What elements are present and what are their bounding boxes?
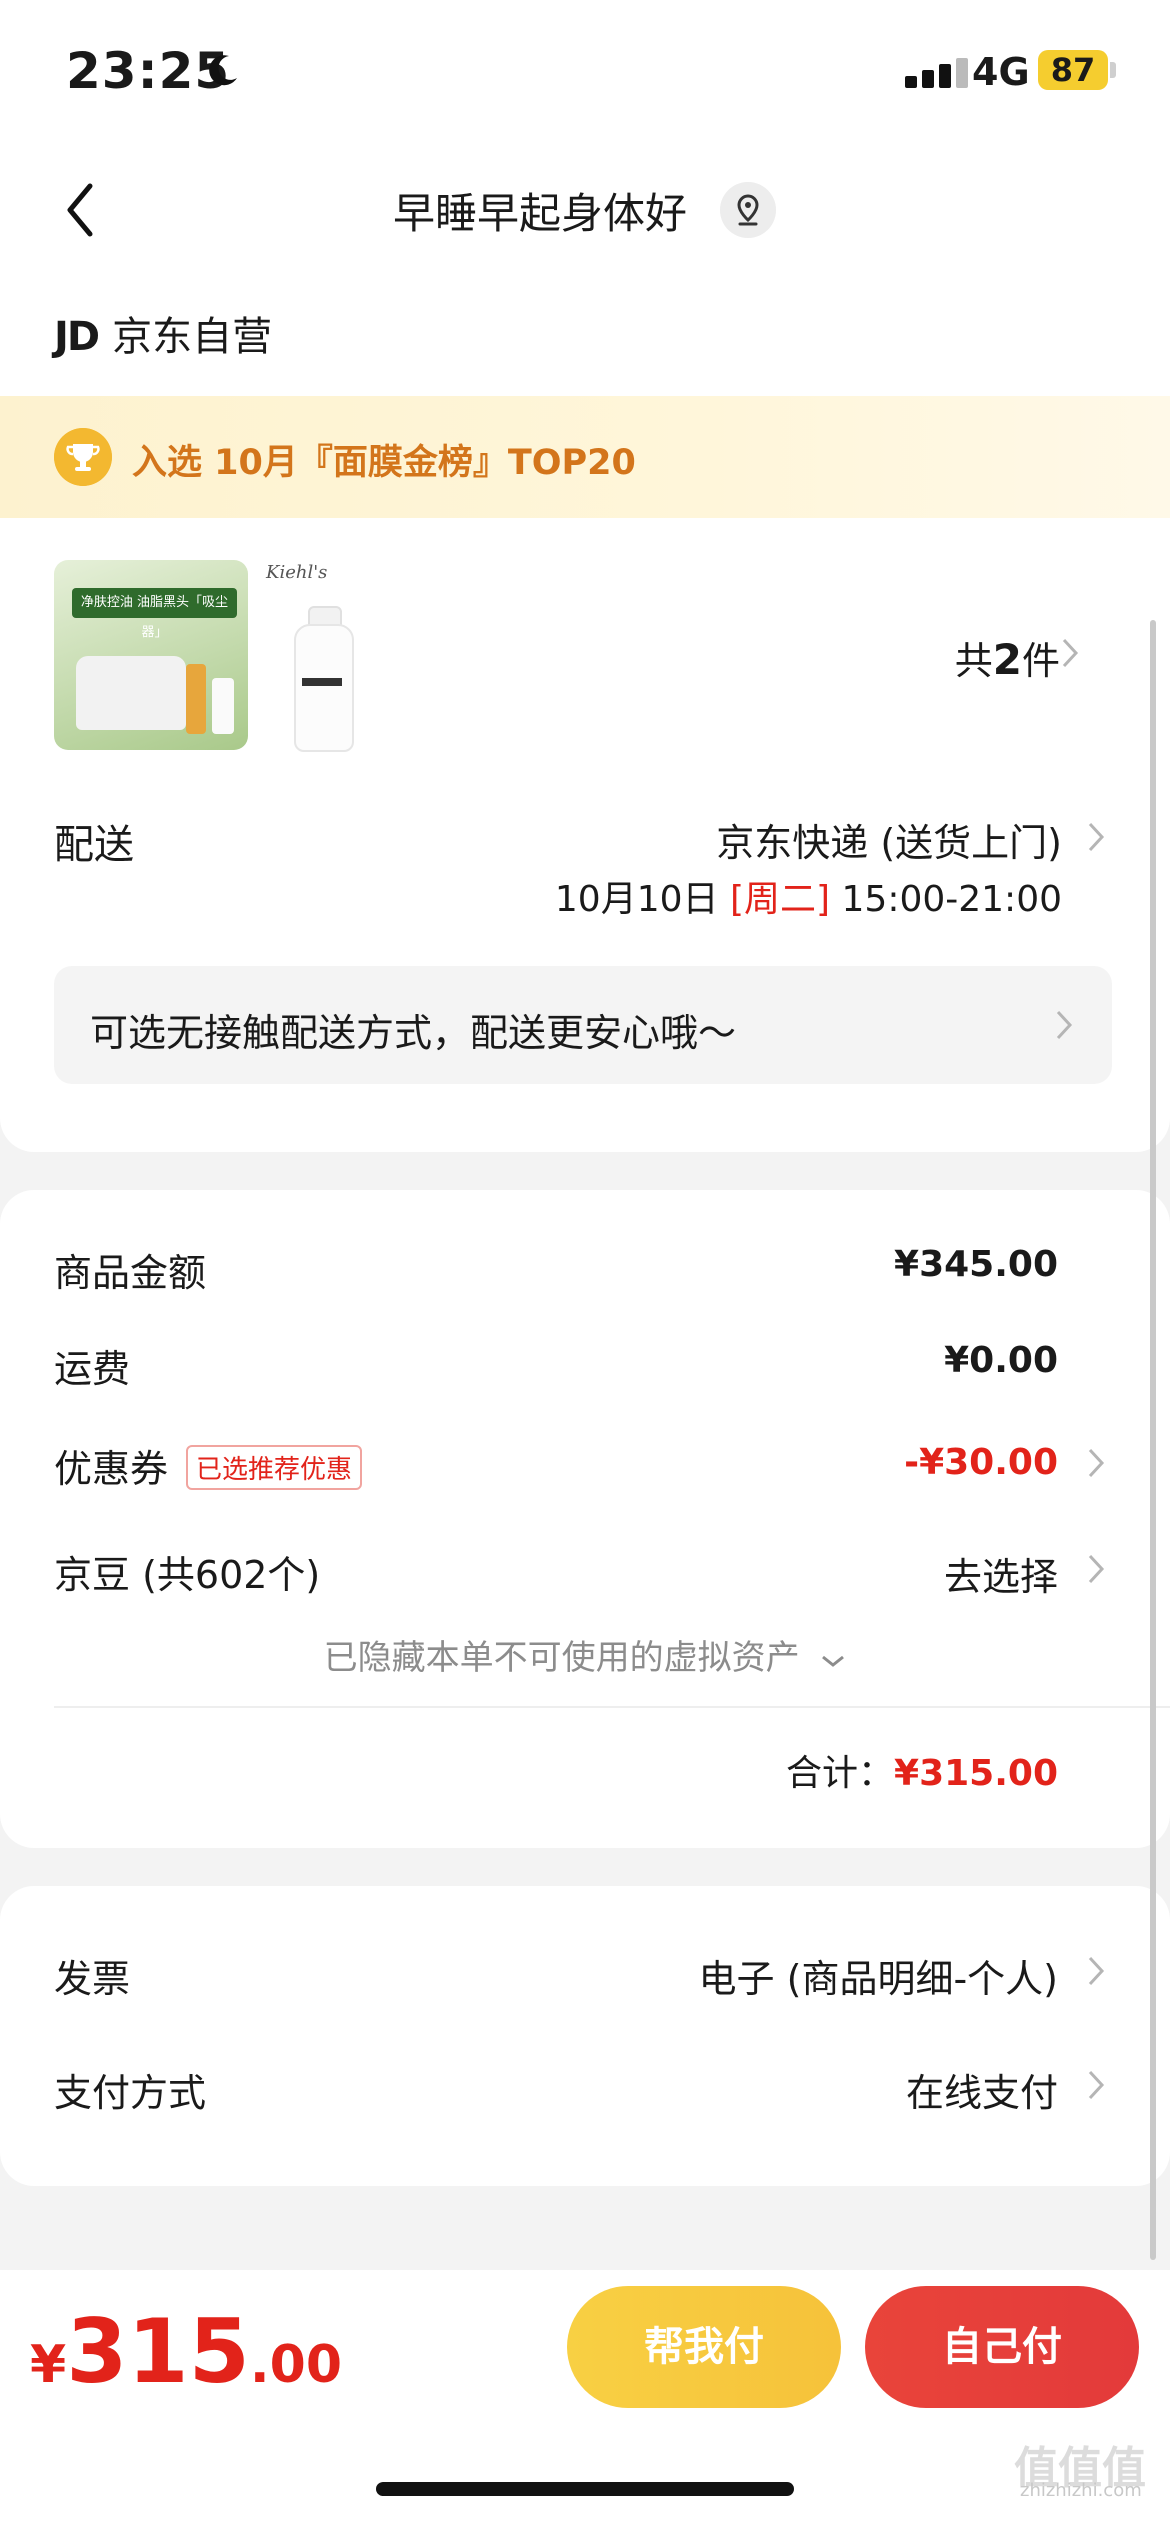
checkout-bar: ¥315.00 帮我付 自己付	[0, 2270, 1170, 2532]
price-integer: 315	[66, 2300, 250, 2403]
chevron-right-icon[interactable]	[1086, 1552, 1106, 1586]
product-bottle	[186, 664, 206, 734]
delivery-label: 配送	[54, 822, 134, 868]
product-thumbnail-1[interactable]: 净肤控油 油脂黑头「吸尘器」	[54, 560, 248, 750]
ranking-banner[interactable]: 入选 10月『面膜金榜』TOP20	[0, 396, 1170, 518]
contactless-delivery-option[interactable]: 可选无接触配送方式，配送更安心哦～	[54, 966, 1112, 1084]
watermark-domain: zhizhizhi.com	[1020, 2480, 1142, 2501]
payment-method-value[interactable]: 在线支付	[906, 2062, 1058, 2117]
battery-tip	[1110, 62, 1116, 78]
trophy-icon	[54, 428, 112, 486]
store-name: 京东自营	[112, 314, 273, 360]
coupon-badge: 已选推荐优惠	[186, 1445, 363, 1490]
chevron-right-icon	[1056, 1010, 1073, 1040]
page-title: 早睡早起身体好	[392, 189, 687, 238]
chevron-down-icon	[822, 1655, 845, 1667]
bottle-label	[302, 678, 342, 686]
checkout-price: ¥315.00	[30, 2300, 342, 2403]
product-jar	[76, 656, 186, 730]
product-thumbnail-2[interactable]: Kiehl's	[262, 560, 370, 752]
item-count[interactable]: 共2件	[955, 630, 1060, 685]
scrollbar[interactable]	[1150, 620, 1156, 2260]
product-bottle	[294, 624, 354, 752]
invoice-label: 发票	[54, 1957, 131, 2001]
chevron-right-icon[interactable]	[1086, 1954, 1106, 1988]
signal-icon	[905, 58, 973, 88]
nav-bar: 早睡早起身体好	[0, 140, 1170, 274]
banner-text: 入选 10月『面膜金榜』TOP20	[132, 443, 636, 483]
jd-logo: JD	[54, 314, 100, 360]
coupon-row[interactable]: 优惠券 已选推荐优惠	[54, 1438, 363, 1494]
help-pay-button[interactable]: 帮我付	[567, 2286, 841, 2408]
delivery-window: 15:00-21:00	[841, 879, 1062, 920]
invoice-payment-card: 发票 电子 (商品明细-个人) 支付方式 在线支付	[0, 1886, 1170, 2186]
network-type: 4G	[972, 50, 1030, 94]
chevron-right-icon[interactable]	[1086, 2068, 1106, 2102]
goods-amount-label: 商品金额	[54, 1251, 207, 1295]
chevron-right-icon[interactable]	[1060, 636, 1080, 670]
delivery-weekday: [周二]	[729, 879, 831, 920]
shipping-fee-label: 运费	[54, 1347, 131, 1391]
price-summary-card: 商品金额 ¥345.00 运费 ¥0.00 优惠券 已选推荐优惠 -¥30.00 …	[0, 1190, 1170, 1848]
hidden-assets-text: 已隐藏本单不可使用的虚拟资产	[323, 1638, 800, 1678]
jd-beans-label: 京豆 (共602个)	[54, 1553, 321, 1597]
chevron-right-icon[interactable]	[1086, 1446, 1106, 1480]
brand-logo: Kiehl's	[266, 562, 328, 583]
contactless-hint-text: 可选无接触配送方式，配送更安心哦～	[90, 1011, 737, 1055]
goods-amount-value: ¥345.00	[894, 1244, 1058, 1285]
order-total: 合计：¥315.00	[786, 1744, 1058, 1796]
delivery-date: 10月10日	[554, 879, 719, 920]
jd-beans-select[interactable]: 去选择	[944, 1546, 1058, 1601]
currency-symbol: ¥	[30, 2335, 67, 2395]
divider	[54, 1706, 1170, 1708]
store-header[interactable]: JD 京东自营	[54, 304, 272, 362]
location-icon[interactable]	[720, 182, 776, 238]
coupon-value[interactable]: -¥30.00	[904, 1442, 1058, 1483]
battery-icon: 87	[1038, 50, 1108, 90]
status-bar: 23:25 4G 87	[0, 0, 1170, 140]
order-card: JD 京东自营 入选 10月『面膜金榜』TOP20 净肤控油 油脂黑头「吸尘器」 …	[0, 274, 1170, 1152]
self-pay-button[interactable]: 自己付	[865, 2286, 1139, 2408]
delivery-method[interactable]: 京东快递 (送货上门)	[716, 812, 1062, 867]
shipping-fee-value: ¥0.00	[944, 1340, 1058, 1381]
payment-method-label: 支付方式	[54, 2071, 207, 2115]
chevron-right-icon[interactable]	[1086, 820, 1106, 854]
moon-icon	[209, 55, 237, 86]
total-label: 合计：	[786, 1753, 895, 1794]
hidden-assets-toggle[interactable]: 已隐藏本单不可使用的虚拟资产	[0, 1630, 1170, 1679]
product-bottle-small	[212, 678, 234, 734]
total-amount: ¥315.00	[894, 1753, 1058, 1794]
item-count-number: 2	[992, 635, 1022, 684]
delivery-time[interactable]: 10月10日 [周二] 15:00-21:00	[555, 870, 1062, 922]
home-indicator[interactable]	[376, 2482, 794, 2496]
price-decimal: .00	[249, 2335, 343, 2395]
coupon-label: 优惠券	[54, 1447, 169, 1491]
thumb1-caption: 净肤控油 油脂黑头「吸尘器」	[72, 588, 237, 640]
invoice-value[interactable]: 电子 (商品明细-个人)	[699, 1948, 1058, 2003]
